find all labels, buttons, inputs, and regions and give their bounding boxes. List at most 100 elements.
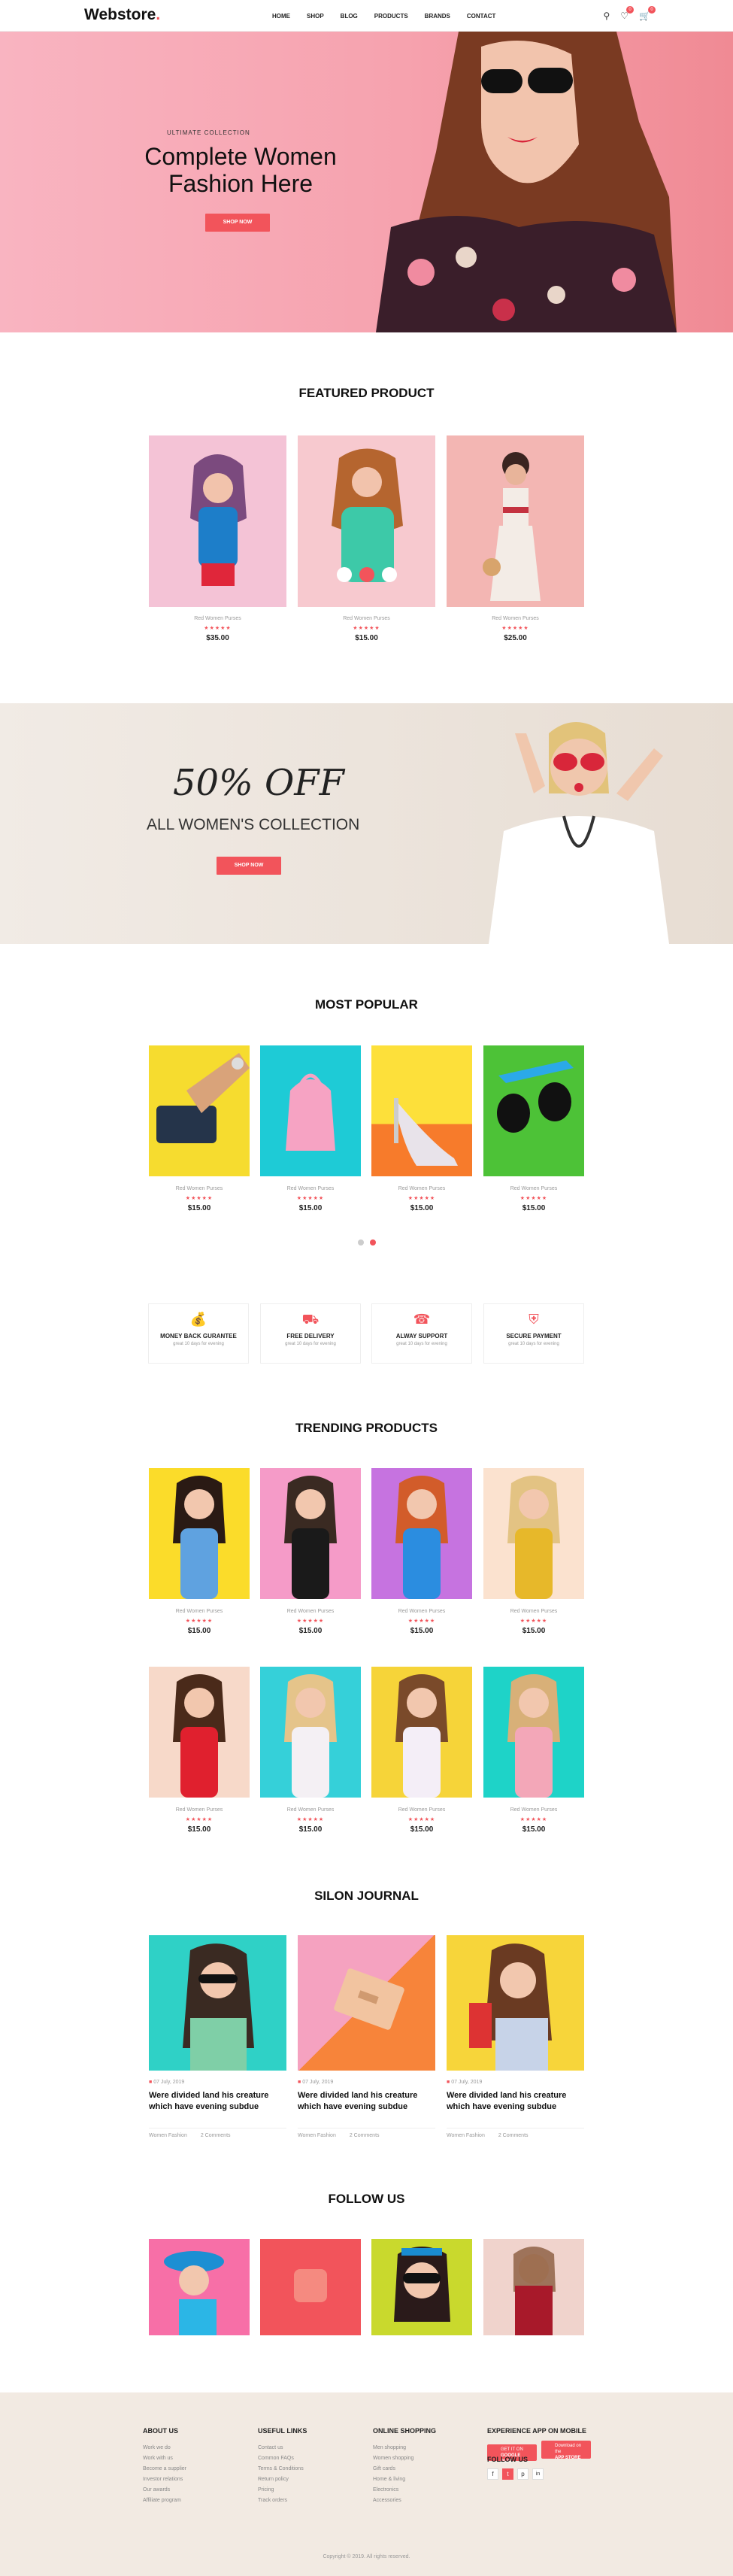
search-icon[interactable]: ⚲: [603, 11, 610, 21]
featured-card[interactable]: Red Women Purses ★★★★★ $35.00: [149, 435, 286, 646]
hero-shop-button[interactable]: SHOP NOW: [205, 214, 270, 232]
post-title[interactable]: Were divided land his creature which hav…: [298, 2090, 435, 2113]
footer-link[interactable]: Electronics: [373, 2487, 436, 2493]
instagram-image[interactable]: [149, 2239, 250, 2335]
footer-link[interactable]: Affiliate program: [143, 2498, 186, 2503]
footer-link[interactable]: Men shopping: [373, 2445, 436, 2450]
product-image[interactable]: [371, 1468, 472, 1599]
footer-link[interactable]: Become a supplier: [143, 2466, 186, 2471]
product-price: $15.00: [410, 1627, 434, 1635]
product-image[interactable]: [371, 1667, 472, 1798]
trending-card[interactable]: Red Women Purses ★★★★★ $15.00: [483, 1468, 584, 1641]
footer-link[interactable]: Accessories: [373, 2498, 436, 2503]
hero-model-image: [376, 32, 677, 332]
footer-link[interactable]: Work we do: [143, 2445, 186, 2450]
post-title[interactable]: Were divided land his creature which hav…: [149, 2090, 286, 2113]
rating-stars: ★★★★★: [296, 1619, 325, 1624]
trending-card[interactable]: Red Women Purses ★★★★★ $15.00: [149, 1468, 250, 1641]
footer-link[interactable]: Our awards: [143, 2487, 186, 2493]
banner-shop-button[interactable]: SHOP NOW: [217, 857, 281, 875]
post-comments[interactable]: 2 Comments: [350, 2133, 380, 2138]
carousel-dot[interactable]: [358, 1239, 364, 1246]
product-image[interactable]: [149, 435, 286, 607]
trending-card[interactable]: Red Women Purses ★★★★★ $15.00: [149, 1667, 250, 1840]
carousel-dot-active[interactable]: [370, 1239, 376, 1246]
product-image[interactable]: [260, 1468, 361, 1599]
post-category[interactable]: Women Fashion: [298, 2133, 336, 2138]
app-store-button[interactable]: Download on the APP STORE: [541, 2441, 591, 2460]
footer-link[interactable]: Women shopping: [373, 2456, 436, 2461]
product-image[interactable]: [371, 1045, 472, 1176]
feature-title: FREE DELIVERY: [286, 1333, 335, 1340]
instagram-image[interactable]: [483, 2239, 584, 2335]
footer-link[interactable]: Pricing: [258, 2487, 307, 2493]
featured-card[interactable]: Red Women Purses ★★★★★ $15.00: [298, 435, 435, 646]
instagram-image[interactable]: [371, 2239, 472, 2335]
app-store-label: APP STORE: [555, 2456, 581, 2460]
product-image[interactable]: [149, 1045, 250, 1176]
trending-card[interactable]: Red Women Purses ★★★★★ $15.00: [260, 1468, 361, 1641]
product-name: Red Women Purses: [175, 1186, 223, 1191]
heart-icon[interactable]: ♡ 0: [620, 6, 635, 21]
nav-brands[interactable]: BRANDS: [425, 13, 450, 20]
post-title[interactable]: Were divided land his creature which hav…: [447, 2090, 584, 2113]
product-image[interactable]: [260, 1667, 361, 1798]
popular-card[interactable]: Red Women Purses ★★★★★ $15.00: [260, 1045, 361, 1218]
trending-card[interactable]: Red Women Purses ★★★★★ $15.00: [371, 1667, 472, 1840]
footer-link[interactable]: Track orders: [258, 2498, 307, 2503]
rating-stars: ★★★★★: [407, 1196, 436, 1201]
footer-link[interactable]: Home & living: [373, 2477, 436, 2482]
nav-products[interactable]: PRODUCTS: [374, 13, 408, 20]
product-image[interactable]: [483, 1045, 584, 1176]
product-name: Red Women Purses: [510, 1807, 558, 1813]
product-image[interactable]: [260, 1045, 361, 1176]
nav-blog[interactable]: BLOG: [341, 13, 358, 20]
feature-title: MONEY BACK GURANTEE: [160, 1333, 237, 1340]
footer-link[interactable]: Contact us: [258, 2445, 307, 2450]
trending-card[interactable]: Red Women Purses ★★★★★ $15.00: [260, 1667, 361, 1840]
journal-image[interactable]: [149, 1935, 286, 2071]
rating-stars: ★★★★★: [407, 1817, 436, 1822]
footer-online-shopping: ONLINE SHOPPING Men shopping Women shopp…: [373, 2427, 436, 2508]
twitter-icon[interactable]: t: [502, 2468, 513, 2480]
post-category[interactable]: Women Fashion: [447, 2133, 485, 2138]
post-comments[interactable]: 2 Comments: [201, 2133, 231, 2138]
footer-link[interactable]: Common FAQs: [258, 2456, 307, 2461]
popular-card[interactable]: Red Women Purses ★★★★★ $15.00: [149, 1045, 250, 1218]
journal-image[interactable]: [447, 1935, 584, 2071]
product-image[interactable]: [447, 435, 584, 607]
product-price: $15.00: [187, 1825, 211, 1834]
nav-shop[interactable]: SHOP: [307, 13, 324, 20]
footer-link[interactable]: Terms & Conditions: [258, 2466, 307, 2471]
post-comments[interactable]: 2 Comments: [498, 2133, 529, 2138]
footer-link[interactable]: Investor relations: [143, 2477, 186, 2482]
footer-useful-links: USEFUL LINKS Contact us Common FAQs Term…: [258, 2427, 307, 2508]
product-image[interactable]: [483, 1667, 584, 1798]
product-image[interactable]: [483, 1468, 584, 1599]
cart-icon[interactable]: 🛒 0: [639, 6, 656, 21]
journal-post[interactable]: ■ 07 July, 2019 Were divided land his cr…: [447, 1935, 584, 2138]
product-name: Red Women Purses: [492, 616, 539, 621]
footer-link[interactable]: Work with us: [143, 2456, 186, 2461]
popular-card[interactable]: Red Women Purses ★★★★★ $15.00: [483, 1045, 584, 1218]
journal-post[interactable]: ■ 07 July, 2019 Were divided land his cr…: [298, 1935, 435, 2138]
footer-link[interactable]: Return policy: [258, 2477, 307, 2482]
product-image[interactable]: [149, 1667, 250, 1798]
instagram-image[interactable]: [260, 2239, 361, 2335]
trending-card[interactable]: Red Women Purses ★★★★★ $15.00: [371, 1468, 472, 1641]
post-category[interactable]: Women Fashion: [149, 2133, 187, 2138]
pinterest-icon[interactable]: p: [517, 2468, 529, 2480]
logo[interactable]: Webstore.: [84, 6, 160, 24]
trending-card[interactable]: Red Women Purses ★★★★★ $15.00: [483, 1667, 584, 1840]
product-image[interactable]: [298, 435, 435, 607]
footer-link[interactable]: Gift cards: [373, 2466, 436, 2471]
journal-post[interactable]: ■ 07 July, 2019 Were divided land his cr…: [149, 1935, 286, 2138]
facebook-icon[interactable]: f: [487, 2468, 498, 2480]
popular-card[interactable]: Red Women Purses ★★★★★ $15.00: [371, 1045, 472, 1218]
nav-contact[interactable]: CONTACT: [467, 13, 496, 20]
nav-home[interactable]: HOME: [272, 13, 290, 20]
featured-card[interactable]: Red Women Purses ★★★★★ $25.00: [447, 435, 584, 646]
product-image[interactable]: [149, 1468, 250, 1599]
instagram-icon[interactable]: in: [532, 2468, 544, 2480]
journal-image[interactable]: [298, 1935, 435, 2071]
